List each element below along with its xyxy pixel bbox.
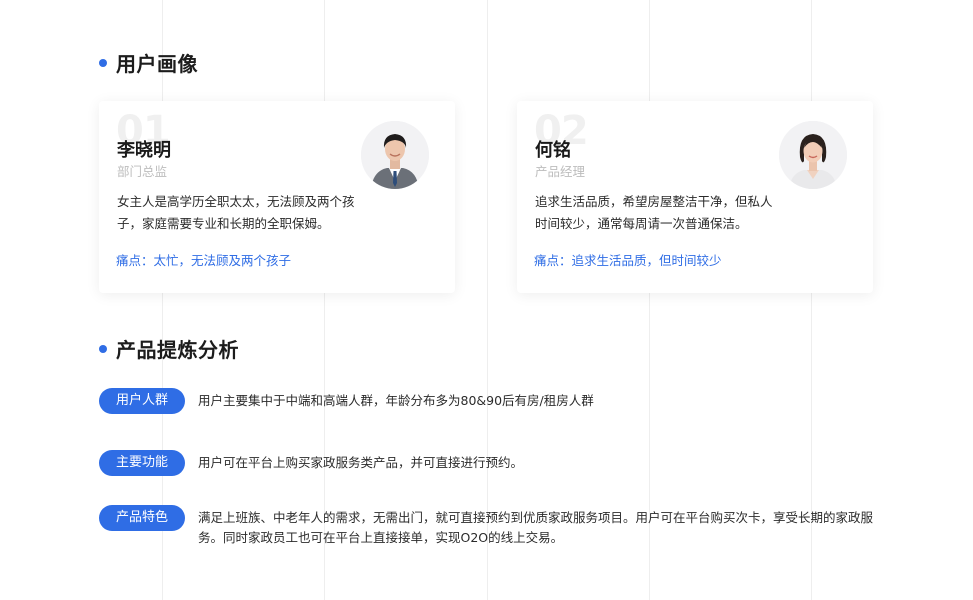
persona-role: 产品经理 [535,164,586,179]
persona-card: 01 李晓明 部门总监 女主人是高学历全职太太，无法顾及两个孩子，家庭需要专业和… [99,101,455,293]
bullet-dot-icon [99,58,107,67]
persona-description: 女主人是高学历全职太太，无法顾及两个孩子，家庭需要专业和长期的全职保姆。 [117,194,355,231]
persona-pain-point: 痛点：太忙，无法顾及两个孩子 [116,253,292,268]
persona-name: 李晓明 [117,140,171,161]
section-heading: 产品提炼分析 [116,338,239,362]
persona-role: 部门总监 [117,164,168,179]
analysis-text: 用户可在平台上购买家政服务类产品，并可直接进行预约。 [198,455,524,470]
persona-section-title: 用户画像 [99,48,198,77]
male-avatar-icon [361,121,429,189]
section-heading: 用户画像 [116,52,198,76]
bullet-dot-icon [99,344,107,353]
analysis-label-badge: 用户人群 [99,388,185,414]
analysis-row: 主要功能 用户可在平台上购买家政服务类产品，并可直接进行预约。 [99,450,858,476]
persona-description: 追求生活品质，希望房屋整洁干净，但私人时间较少，通常每周请一次普通保洁。 [535,194,773,231]
analysis-text: 满足上班族、中老年人的需求，无需出门，就可直接预约到优质家政服务项目。用户可在平… [198,510,874,545]
analysis-label-badge: 产品特色 [99,505,185,531]
analysis-section-title: 产品提炼分析 [99,334,239,363]
persona-card: 02 何铭 产品经理 追求生活品质，希望房屋整洁干净，但私人时间较少，通常每周请… [517,101,873,293]
analysis-label-badge: 主要功能 [99,450,185,476]
persona-name: 何铭 [535,140,571,161]
analysis-row: 产品特色 满足上班族、中老年人的需求，无需出门，就可直接预约到优质家政服务项目。… [99,505,873,548]
analysis-text: 用户主要集中于中端和高端人群，年龄分布多为80&90后有房/租房人群 [198,393,594,408]
analysis-row: 用户人群 用户主要集中于中端和高端人群，年龄分布多为80&90后有房/租房人群 [99,388,858,414]
persona-pain-point: 痛点：追求生活品质，但时间较少 [534,253,722,268]
female-avatar-icon [779,121,847,189]
